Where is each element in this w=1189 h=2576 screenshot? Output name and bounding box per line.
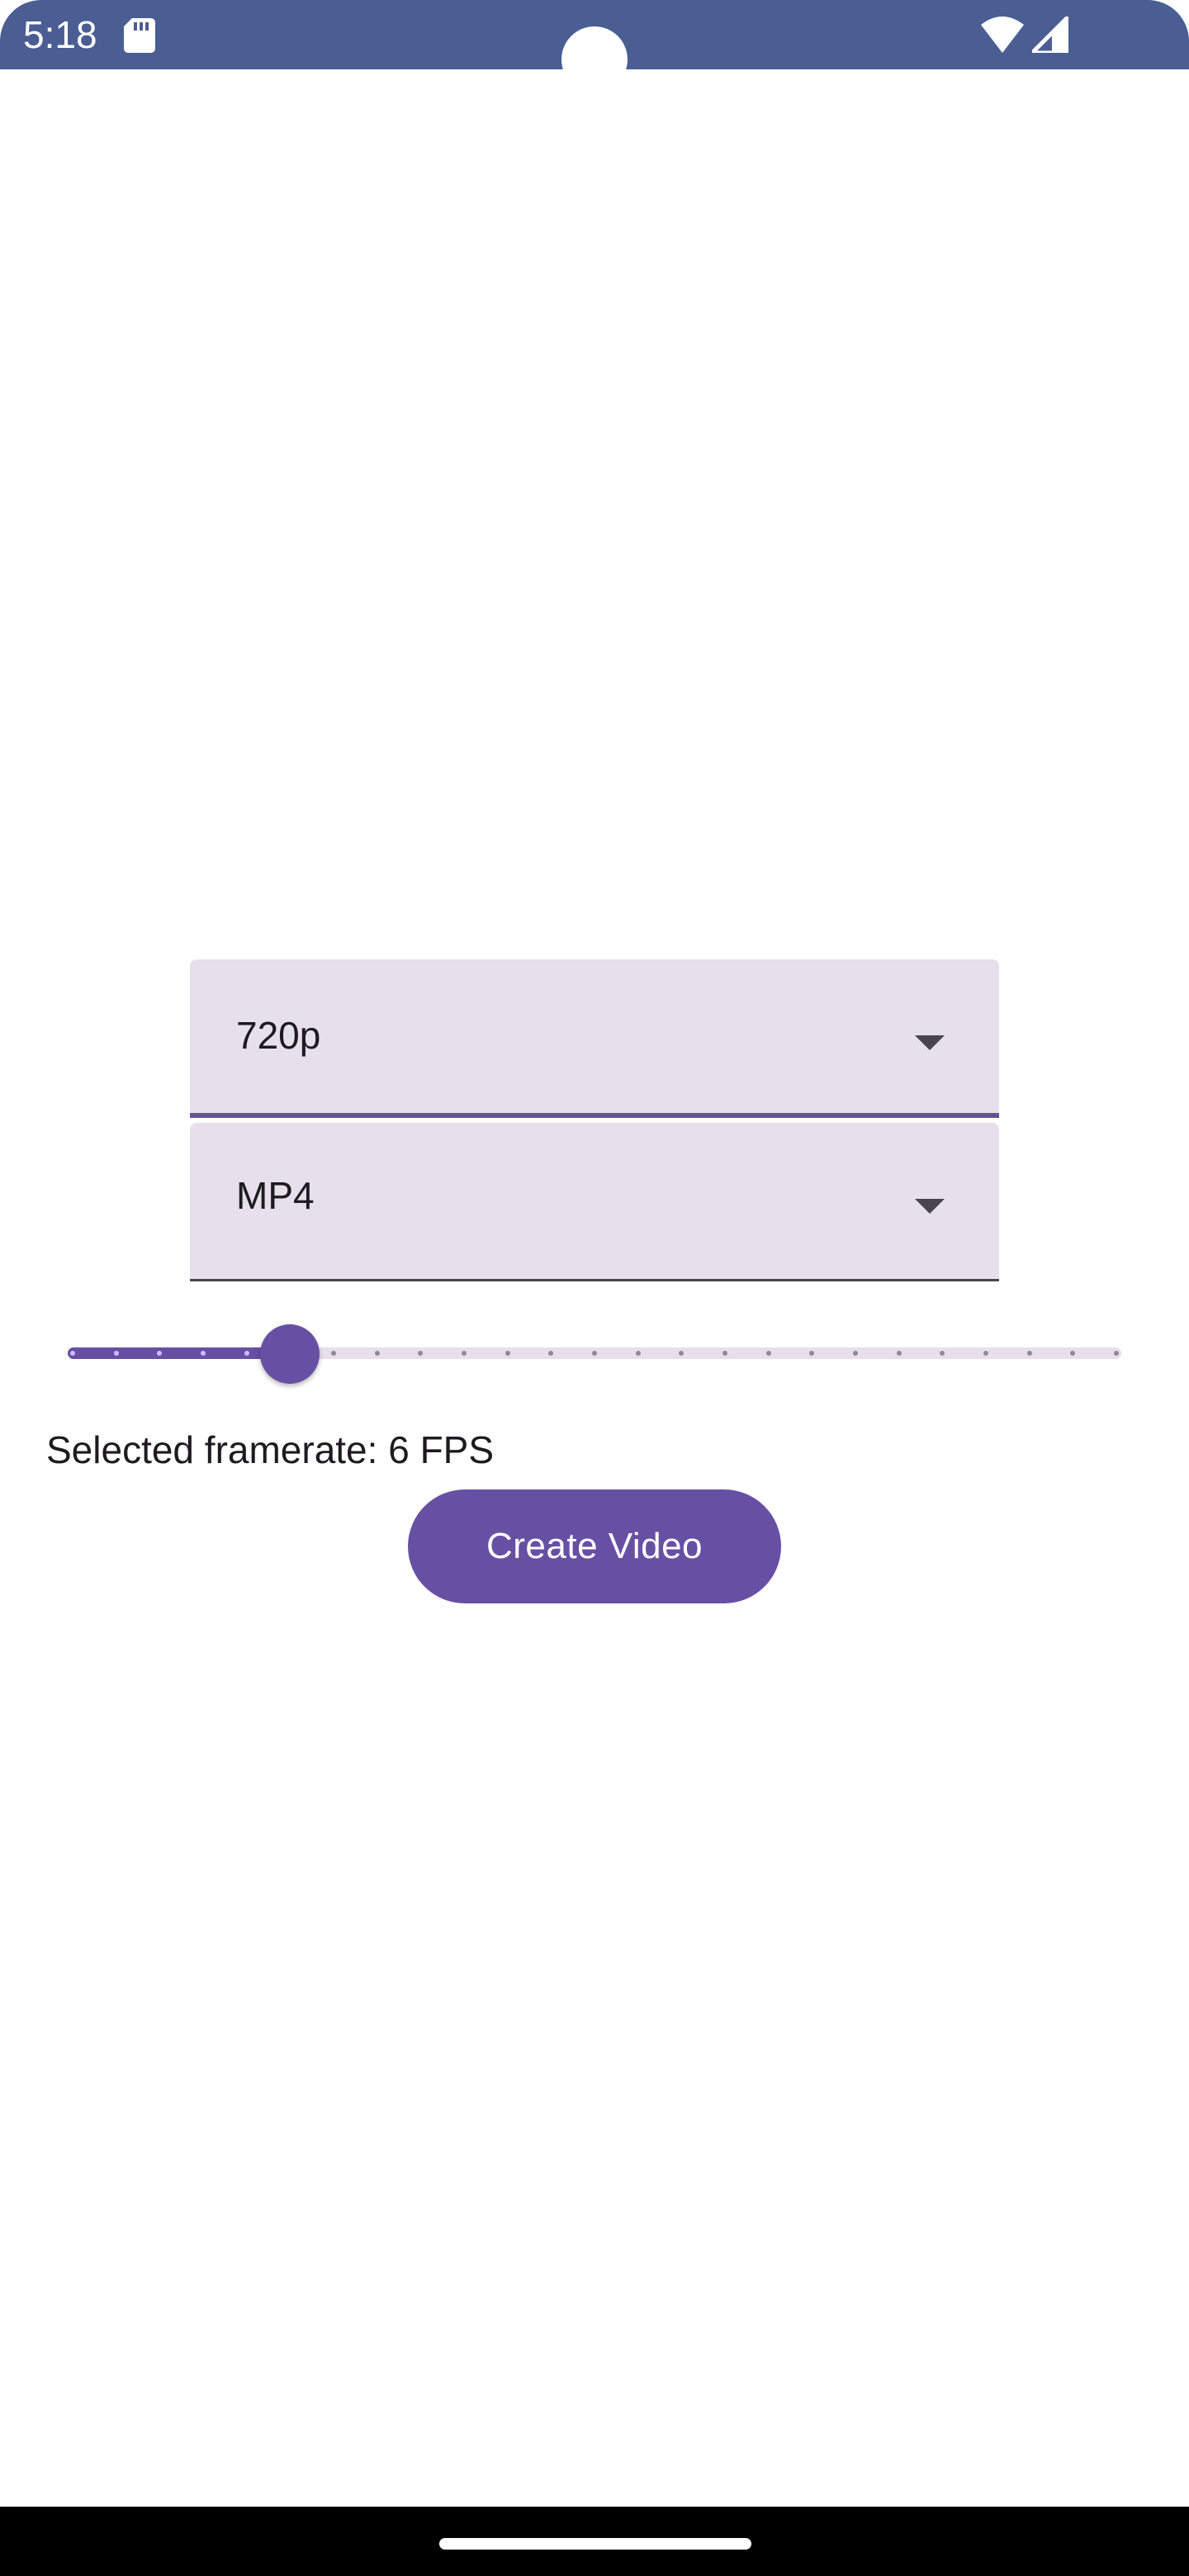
- framerate-slider[interactable]: [68, 1321, 1121, 1387]
- create-video-button[interactable]: Create Video: [408, 1489, 781, 1603]
- resolution-dropdown[interactable]: 720p: [190, 959, 999, 1118]
- slider-tick: [418, 1351, 424, 1356]
- sd-card-icon: [124, 18, 155, 53]
- slider-tick: [113, 1351, 119, 1356]
- slider-tick: [635, 1351, 641, 1356]
- slider-tick: [592, 1351, 597, 1356]
- slider-tick: [853, 1351, 858, 1356]
- slider-thumb[interactable]: [260, 1324, 320, 1384]
- slider-tick: [201, 1351, 206, 1356]
- signal-icon: [1026, 11, 1071, 55]
- slider-tick: [940, 1351, 945, 1356]
- slider-tick: [1070, 1351, 1076, 1356]
- slider-tick: [157, 1351, 163, 1356]
- dropdown-arrow-icon: [915, 1199, 945, 1214]
- slider-tick: [70, 1351, 75, 1356]
- slider-tick: [679, 1351, 685, 1356]
- slider-tick: [548, 1351, 554, 1356]
- camera-cutout: [561, 26, 628, 92]
- dropdown-arrow-icon: [915, 1035, 945, 1050]
- slider-tick: [809, 1351, 815, 1356]
- format-dropdown[interactable]: MP4: [190, 1123, 999, 1281]
- format-value: MP4: [236, 1174, 315, 1217]
- slider-tick: [896, 1351, 902, 1356]
- slider-tick: [1026, 1351, 1032, 1356]
- resolution-value: 720p: [236, 1014, 321, 1057]
- navigation-bar: [0, 2507, 1189, 2576]
- slider-tick: [374, 1351, 380, 1356]
- slider-tick: [983, 1351, 988, 1356]
- slider-tick: [765, 1351, 771, 1356]
- home-gesture-handle[interactable]: [439, 2538, 751, 2550]
- slider-tick: [244, 1351, 249, 1356]
- slider-tick: [462, 1351, 467, 1356]
- slider-tick: [331, 1351, 336, 1356]
- slider-tick: [504, 1351, 510, 1356]
- slider-ticks: [68, 1321, 1121, 1387]
- status-time: 5:18: [23, 13, 97, 56]
- wifi-icon: [981, 17, 1024, 53]
- framerate-label: Selected framerate: 6 FPS: [46, 1428, 495, 1471]
- slider-tick: [1114, 1351, 1119, 1356]
- slider-tick: [722, 1351, 727, 1356]
